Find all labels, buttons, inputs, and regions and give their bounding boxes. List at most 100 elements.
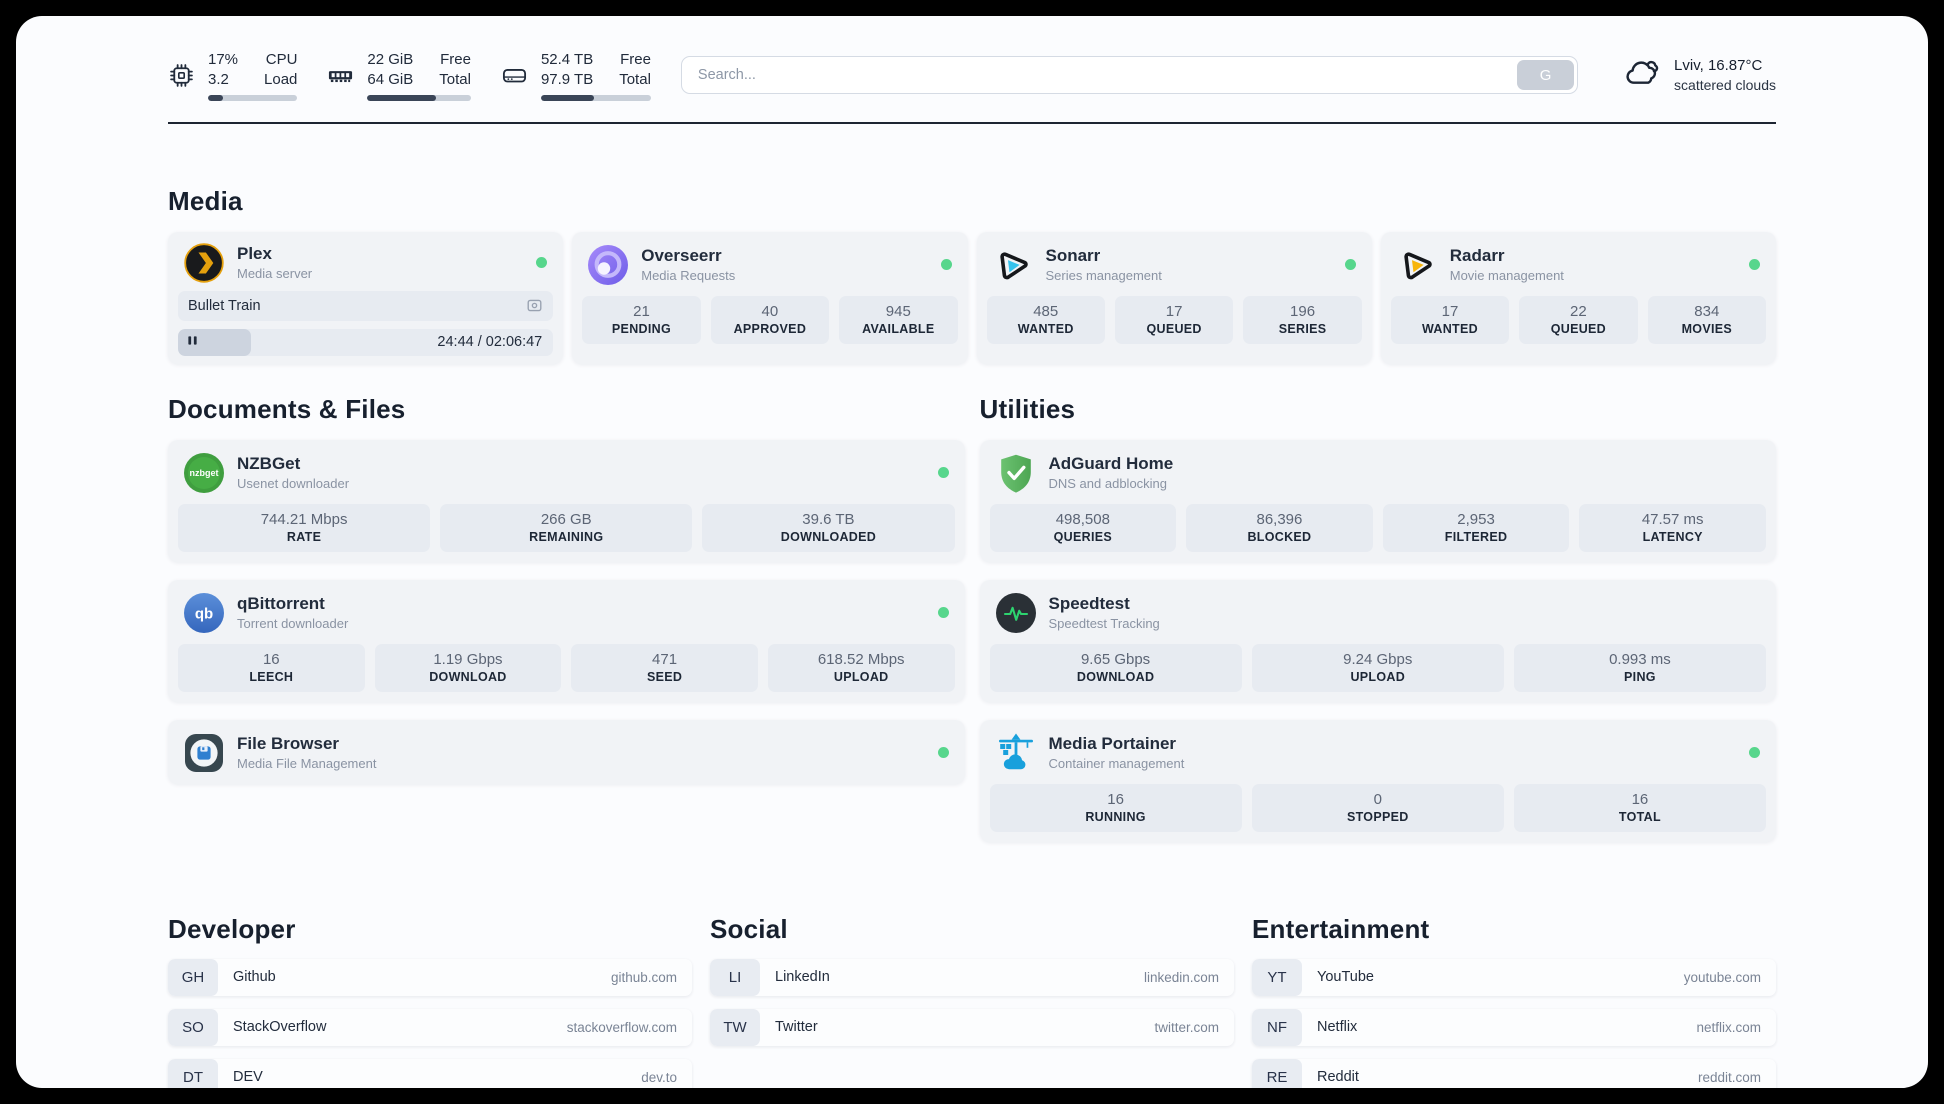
bookmark-abbr: RE: [1252, 1058, 1302, 1088]
service-card-overseerr[interactable]: Overseerr Media Requests 21 PENDING 40 A…: [572, 231, 968, 364]
cpu-widget: 17% CPU 3.2 Load: [168, 50, 298, 101]
svg-text:qb: qb: [195, 605, 213, 622]
bookmark-group-developer: Developer GH Github github.com SO StackO…: [168, 914, 692, 1088]
service-subtitle: Container management: [1048, 756, 1185, 772]
disk-icon: [501, 62, 528, 89]
disk-progressbar: [540, 94, 651, 101]
now-playing-row[interactable]: Bullet Train: [178, 290, 554, 321]
bookmark-twitter[interactable]: TW Twitter twitter.com: [710, 1008, 1234, 1046]
stat-pending: 21 PENDING: [582, 295, 701, 344]
now-playing-title: Bullet Train: [188, 297, 261, 314]
status-dot: [1749, 747, 1760, 759]
section-title-documents: Documents & Files: [168, 393, 406, 424]
stat-latency: 47.57 ms LATENCY: [1579, 503, 1766, 552]
top-bar: 17% CPU 3.2 Load 22 GiB Free 64 GiB Tota…: [168, 50, 1776, 101]
portainer-icon: [996, 733, 1036, 773]
cpu-progressbar: [208, 94, 298, 101]
service-card-filebrowser[interactable]: File Browser Media File Management: [168, 719, 965, 784]
service-subtitle: Usenet downloader: [237, 476, 350, 492]
radarr-icon: [1397, 245, 1437, 285]
memory-icon: [327, 62, 354, 89]
bookmark-abbr: DT: [168, 1058, 218, 1088]
service-title: Radarr: [1449, 246, 1505, 266]
bookmark-url: stackoverflow.com: [566, 1019, 677, 1035]
disk-total-label: Total: [619, 70, 651, 88]
status-dot: [937, 607, 949, 619]
stat-series: 196 SERIES: [1243, 295, 1362, 344]
service-card-plex[interactable]: Plex Media server Bullet Train 24:44 / 0…: [168, 231, 564, 364]
section-title-social: Social: [710, 913, 788, 944]
service-card-qbittorrent[interactable]: qb qBittorrent Torrent downloader 16 LEE…: [168, 579, 965, 702]
bookmark-url: youtube.com: [1683, 969, 1761, 985]
memory-total-value: 64 GiB: [367, 70, 414, 88]
memory-progressbar: [367, 94, 471, 101]
bookmark-abbr: LI: [710, 958, 760, 996]
cpu-icon: [168, 62, 195, 89]
search-provider-button[interactable]: G: [1517, 60, 1575, 91]
bookmark-url: twitter.com: [1154, 1019, 1219, 1035]
bookmark-linkedin[interactable]: LI LinkedIn linkedin.com: [710, 958, 1234, 996]
stat-available: 945 AVAILABLE: [839, 295, 958, 344]
service-card-sonarr[interactable]: Sonarr Series management 485 WANTED 17 Q…: [976, 231, 1372, 364]
section-title-utilities: Utilities: [979, 393, 1076, 424]
stat-download: 9.65 Gbps DOWNLOAD: [989, 643, 1242, 692]
service-subtitle: Media server: [237, 266, 313, 282]
memory-free-label: Free: [440, 51, 471, 68]
playback-progressbar[interactable]: 24:44 / 02:06:47: [178, 328, 554, 356]
weather-location: Lviv, 16.87°C: [1674, 57, 1763, 75]
status-dot: [937, 467, 949, 479]
section-title-entertainment: Entertainment: [1252, 913, 1430, 944]
service-subtitle: Speedtest Tracking: [1048, 616, 1160, 632]
service-title: Plex: [237, 244, 272, 264]
cpu-label: CPU: [265, 51, 298, 68]
memory-total-label: Total: [439, 70, 471, 88]
nzbget-icon: nzbget: [184, 452, 224, 493]
playback-time: 24:44 / 02:06:47: [437, 334, 543, 351]
stat-queries: 498,508 QUERIES: [989, 503, 1177, 552]
stat-wanted: 485 WANTED: [986, 295, 1105, 344]
bookmark-group-entertainment: Entertainment YT YouTube youtube.com NF …: [1252, 914, 1776, 1088]
service-card-adguard[interactable]: AdGuard Home DNS and adblocking 498,508 …: [979, 439, 1776, 562]
bookmark-dev[interactable]: DT DEV dev.to: [168, 1058, 692, 1088]
bookmark-stackoverflow[interactable]: SO StackOverflow stackoverflow.com: [168, 1008, 692, 1046]
bookmark-name: LinkedIn: [775, 969, 830, 986]
search-bar: G: [680, 56, 1579, 95]
memory-free-value: 22 GiB: [367, 51, 414, 68]
bookmark-github[interactable]: GH Github github.com: [168, 958, 692, 996]
service-card-portainer[interactable]: Media Portainer Container management 16 …: [979, 719, 1776, 842]
service-card-nzbget[interactable]: nzbget NZBGet Usenet downloader 744.21 M…: [168, 439, 965, 562]
bookmark-group-social: Social LI LinkedIn linkedin.com TW Twitt…: [710, 914, 1234, 1088]
filebrowser-icon: [184, 733, 224, 773]
service-card-radarr[interactable]: Radarr Movie management 17 WANTED 22 QUE…: [1380, 231, 1776, 364]
bookmark-url: linkedin.com: [1143, 969, 1219, 985]
stat-blocked: 86,396 BLOCKED: [1186, 503, 1373, 552]
weather-widget[interactable]: Lviv, 16.87°C scattered clouds: [1624, 56, 1776, 94]
service-title: qBittorrent: [237, 594, 325, 614]
bookmark-name: Netflix: [1317, 1019, 1358, 1036]
search-input[interactable]: [684, 67, 1518, 84]
status-dot: [536, 257, 548, 269]
bookmark-abbr: TW: [710, 1008, 760, 1046]
bookmark-abbr: GH: [168, 958, 218, 996]
bookmark-youtube[interactable]: YT YouTube youtube.com: [1252, 958, 1776, 996]
bookmark-netflix[interactable]: NF Netflix netflix.com: [1252, 1008, 1776, 1046]
cpu-load-value: 3.2: [208, 70, 229, 88]
bookmark-name: YouTube: [1317, 969, 1374, 986]
cpu-load-label: Load: [264, 70, 298, 88]
adguard-icon: [996, 453, 1036, 493]
memory-widget: 22 GiB Free 64 GiB Total: [327, 50, 471, 101]
stat-ping: 0.993 ms PING: [1513, 643, 1767, 692]
section-title-developer: Developer: [168, 913, 296, 944]
service-title: AdGuard Home: [1048, 454, 1174, 474]
service-card-speedtest[interactable]: Speedtest Speedtest Tracking 9.65 Gbps D…: [979, 579, 1776, 702]
status-dot: [937, 747, 949, 759]
bookmark-name: DEV: [233, 1069, 263, 1086]
bookmark-name: StackOverflow: [233, 1019, 327, 1036]
bookmark-name: Twitter: [775, 1019, 818, 1036]
service-subtitle: Media File Management: [237, 756, 377, 772]
plex-icon: [184, 242, 224, 283]
service-subtitle: DNS and adblocking: [1048, 476, 1168, 492]
service-subtitle: Media Requests: [641, 268, 736, 284]
stat-approved: 40 APPROVED: [710, 295, 830, 344]
bookmark-reddit[interactable]: RE Reddit reddit.com: [1252, 1058, 1776, 1088]
